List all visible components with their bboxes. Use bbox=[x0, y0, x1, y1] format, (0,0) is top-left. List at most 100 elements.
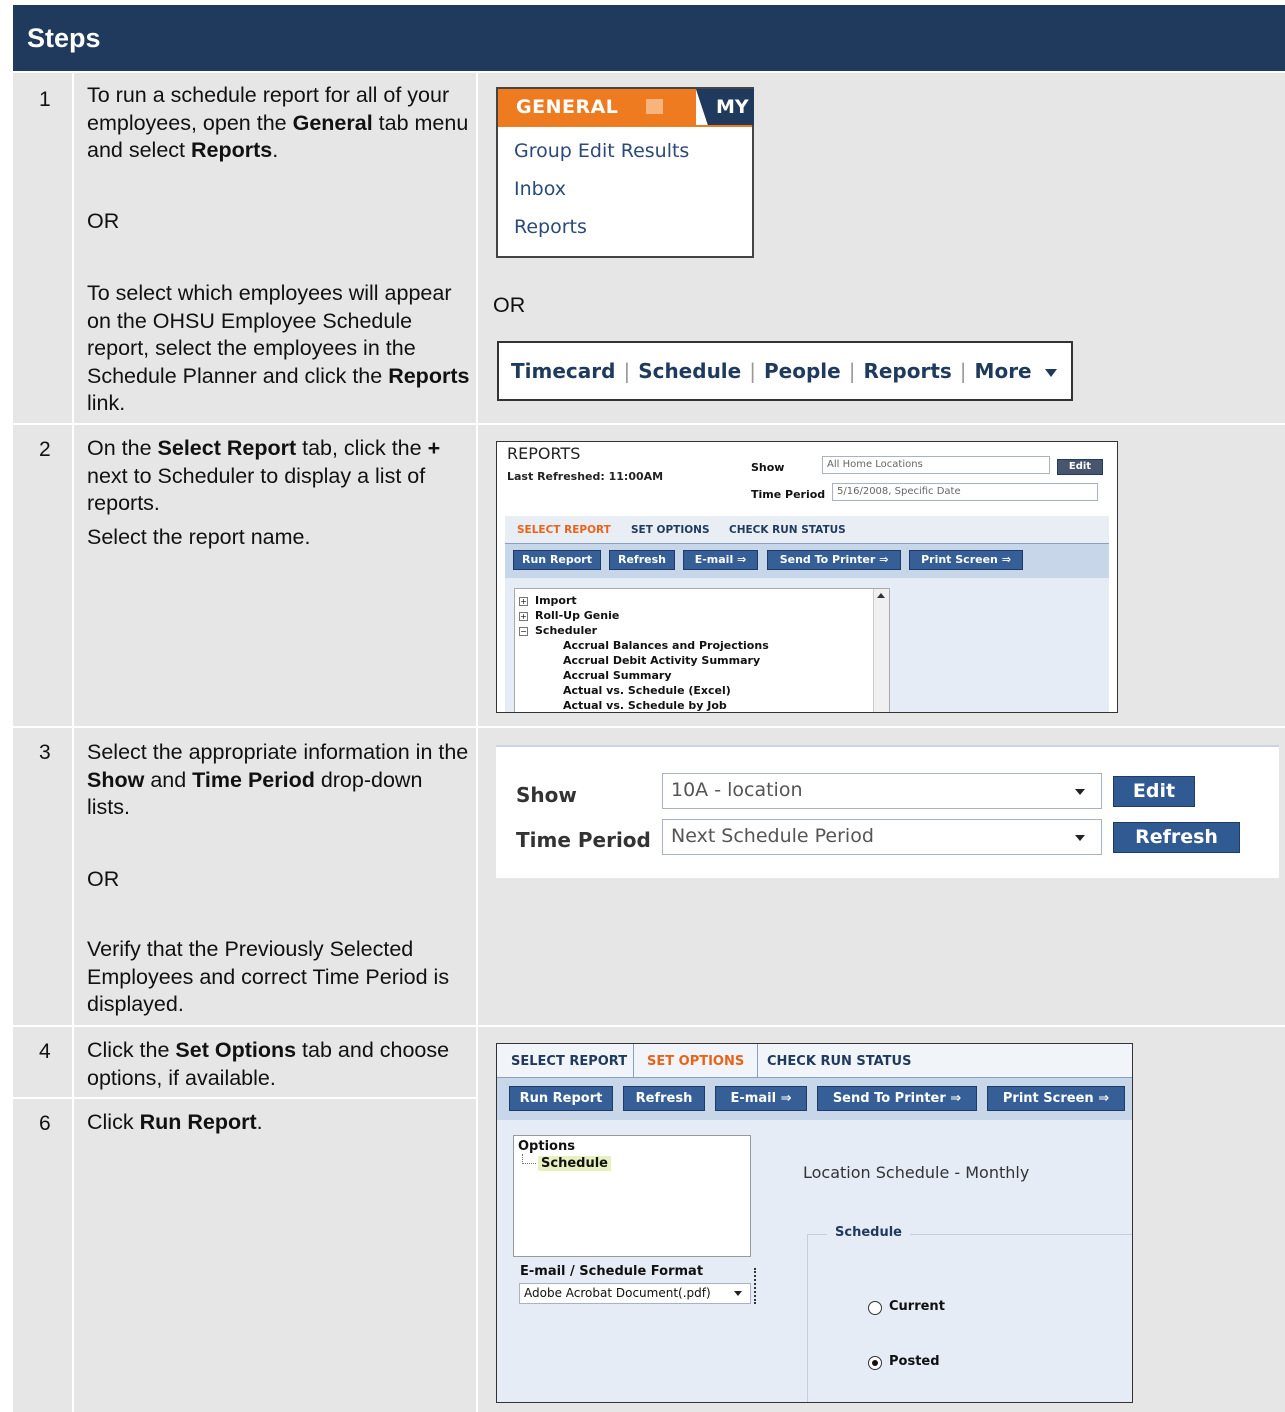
tree-node-roll-up-genie[interactable]: + Roll-Up Genie bbox=[519, 608, 769, 623]
edit-button[interactable]: Edit bbox=[1057, 459, 1103, 475]
row3-num-cell: 3 bbox=[13, 728, 72, 1025]
options-tree-label: Options bbox=[518, 1139, 575, 1154]
link-more[interactable]: More bbox=[975, 359, 1032, 383]
step4-text: Click the Set Options tab and choose opt… bbox=[87, 1038, 450, 1090]
tree-node-import[interactable]: + Import bbox=[519, 593, 769, 608]
tab-check-run-status[interactable]: CHECK RUN STATUS bbox=[729, 524, 846, 536]
email-button[interactable]: E-mail ⇒ bbox=[683, 550, 758, 570]
options-item-schedule[interactable]: Schedule bbox=[538, 1156, 611, 1171]
report-item[interactable]: Actual vs. Schedule (Excel) bbox=[563, 683, 769, 698]
options-tabs: SELECT REPORT SET OPTIONS CHECK RUN STAT… bbox=[497, 1044, 1132, 1078]
tab-set-options[interactable]: SET OPTIONS bbox=[647, 1054, 744, 1069]
link-schedule[interactable]: Schedule bbox=[638, 359, 741, 383]
radio-posted-label: Posted bbox=[889, 1354, 940, 1369]
report-item[interactable]: Accrual Debit Activity Summary bbox=[563, 653, 769, 668]
row2-num-cell: 2 bbox=[13, 425, 72, 726]
report-tree[interactable]: + Import + Roll-Up Genie − Scheduler Accrua… bbox=[514, 588, 890, 712]
schedule-group bbox=[807, 1234, 1132, 1402]
row3-image-cell: Show 10A - location Edit Time Period Nex… bbox=[478, 728, 1285, 1025]
step2-text: On the Select Report tab, click the + ne… bbox=[87, 436, 441, 515]
row1-image-cell: GENERAL MY Group Edit Results Inbox Repo… bbox=[478, 73, 1285, 423]
row4-image-cell: SELECT REPORT SET OPTIONS CHECK RUN STAT… bbox=[478, 1027, 1285, 1412]
edit-button[interactable]: Edit bbox=[1113, 776, 1195, 807]
show-select[interactable]: 10A - location bbox=[662, 773, 1102, 809]
radio-posted[interactable] bbox=[868, 1356, 882, 1370]
menu-item-group-edit-results[interactable]: Group Edit Results bbox=[514, 140, 689, 162]
format-select[interactable]: Adobe Acrobat Document(.pdf) bbox=[519, 1283, 751, 1304]
link-timecard[interactable]: Timecard bbox=[511, 359, 615, 383]
send-to-printer-button[interactable]: Send To Printer ⇒ bbox=[767, 550, 901, 570]
chevron-down-icon[interactable] bbox=[734, 1291, 742, 1296]
row6-num-cell: 6 bbox=[13, 1099, 72, 1412]
chevron-down-icon bbox=[1044, 368, 1057, 377]
set-options-screenshot: SELECT REPORT SET OPTIONS CHECK RUN STAT… bbox=[496, 1043, 1133, 1403]
show-select[interactable]: All Home Locations bbox=[822, 456, 1050, 474]
image-or: OR bbox=[493, 293, 526, 317]
time-period-select[interactable]: 5/16/2008, Specific Date bbox=[832, 483, 1098, 501]
print-screen-button[interactable]: Print Screen ⇒ bbox=[909, 550, 1023, 570]
time-period-select[interactable]: Next Schedule Period bbox=[662, 819, 1102, 855]
print-screen-button[interactable]: Print Screen ⇒ bbox=[987, 1086, 1125, 1111]
last-refreshed: Last Refreshed: 11:00AM bbox=[507, 470, 664, 483]
step-number: 2 bbox=[39, 438, 51, 461]
show-label: Show bbox=[516, 783, 577, 807]
report-item[interactable]: Accrual Balances and Projections bbox=[563, 638, 769, 653]
email-button[interactable]: E-mail ⇒ bbox=[715, 1086, 807, 1111]
row2-text-cell: On the Select Report tab, click the + ne… bbox=[74, 425, 476, 726]
step6-text: Click Run Report. bbox=[87, 1110, 263, 1134]
format-label: E-mail / Schedule Format bbox=[520, 1264, 704, 1279]
tree-scrollbar[interactable] bbox=[873, 589, 889, 712]
row3-text-cell: Select the appropriate information in th… bbox=[74, 728, 476, 1025]
chevron-down-icon[interactable] bbox=[1075, 835, 1085, 841]
reports-screenshot: REPORTS Last Refreshed: 11:00AM Show All… bbox=[496, 441, 1118, 713]
show-period-screenshot: Show 10A - location Edit Time Period Nex… bbox=[496, 745, 1279, 878]
step-number: 3 bbox=[39, 741, 51, 764]
my-tab-label: MY bbox=[716, 96, 749, 118]
tab-check-run-status[interactable]: CHECK RUN STATUS bbox=[767, 1054, 911, 1069]
step3-or: OR bbox=[87, 867, 120, 891]
row4-num-cell: 4 bbox=[13, 1027, 72, 1097]
row6-text-cell: Click Run Report. bbox=[74, 1099, 476, 1412]
time-period-label: Time Period bbox=[751, 488, 826, 501]
chevron-down-icon[interactable] bbox=[1075, 789, 1085, 795]
show-label: Show bbox=[751, 461, 785, 474]
radio-current-label: Current bbox=[889, 1299, 945, 1314]
options-tree[interactable]: Options Schedule bbox=[513, 1135, 751, 1257]
step3-text: Select the appropriate information in th… bbox=[87, 740, 469, 819]
tab-set-options[interactable]: SET OPTIONS bbox=[631, 524, 710, 536]
my-tab[interactable]: MY bbox=[695, 89, 754, 125]
general-tab-label: GENERAL bbox=[516, 96, 619, 118]
menu-item-inbox[interactable]: Inbox bbox=[514, 178, 566, 200]
tab-select-report[interactable]: SELECT REPORT bbox=[517, 524, 611, 536]
steps-header: Steps bbox=[13, 5, 1285, 71]
step1-or: OR bbox=[87, 209, 120, 233]
tab-select-report[interactable]: SELECT REPORT bbox=[511, 1054, 627, 1069]
row4-text-cell: Click the Set Options tab and choose opt… bbox=[74, 1027, 476, 1097]
row1-num-cell: 1 bbox=[13, 73, 72, 423]
link-reports[interactable]: Reports bbox=[863, 359, 951, 383]
step1-text-b: To select which employees will appear on… bbox=[87, 281, 470, 415]
report-title: Location Schedule - Monthly bbox=[803, 1163, 1030, 1182]
step-number: 1 bbox=[39, 88, 51, 111]
step3-text-2: Verify that the Previously Selected Empl… bbox=[87, 937, 450, 1016]
refresh-button[interactable]: Refresh bbox=[609, 550, 675, 570]
run-report-button[interactable]: Run Report bbox=[509, 1086, 613, 1111]
run-report-button[interactable]: Run Report bbox=[513, 550, 601, 570]
refresh-button[interactable]: Refresh bbox=[623, 1086, 705, 1111]
link-people[interactable]: People bbox=[764, 359, 841, 383]
time-period-label: Time Period bbox=[516, 828, 651, 852]
row1-text-cell: To run a schedule report for all of your… bbox=[74, 73, 476, 423]
radio-current[interactable] bbox=[868, 1301, 882, 1315]
menu-item-reports[interactable]: Reports bbox=[514, 216, 587, 238]
send-to-printer-button[interactable]: Send To Printer ⇒ bbox=[817, 1086, 977, 1111]
report-toolbar: Run Report Refresh E-mail ⇒ Send To Prin… bbox=[505, 544, 1109, 578]
scroll-up-icon[interactable] bbox=[877, 593, 885, 598]
report-item[interactable]: Accrual Summary bbox=[563, 668, 769, 683]
options-toolbar: Run Report Refresh E-mail ⇒ Send To Prin… bbox=[497, 1078, 1132, 1120]
tree-node-scheduler[interactable]: − Scheduler bbox=[519, 623, 769, 638]
general-tab[interactable]: GENERAL bbox=[498, 89, 696, 125]
refresh-button[interactable]: Refresh bbox=[1113, 822, 1240, 853]
links-bar-screenshot: Timecard | Schedule | People | Reports | More bbox=[497, 341, 1073, 401]
report-item[interactable]: Actual vs. Schedule by Job bbox=[563, 698, 769, 712]
step1-text-a: To run a schedule report for all of your… bbox=[87, 83, 469, 162]
